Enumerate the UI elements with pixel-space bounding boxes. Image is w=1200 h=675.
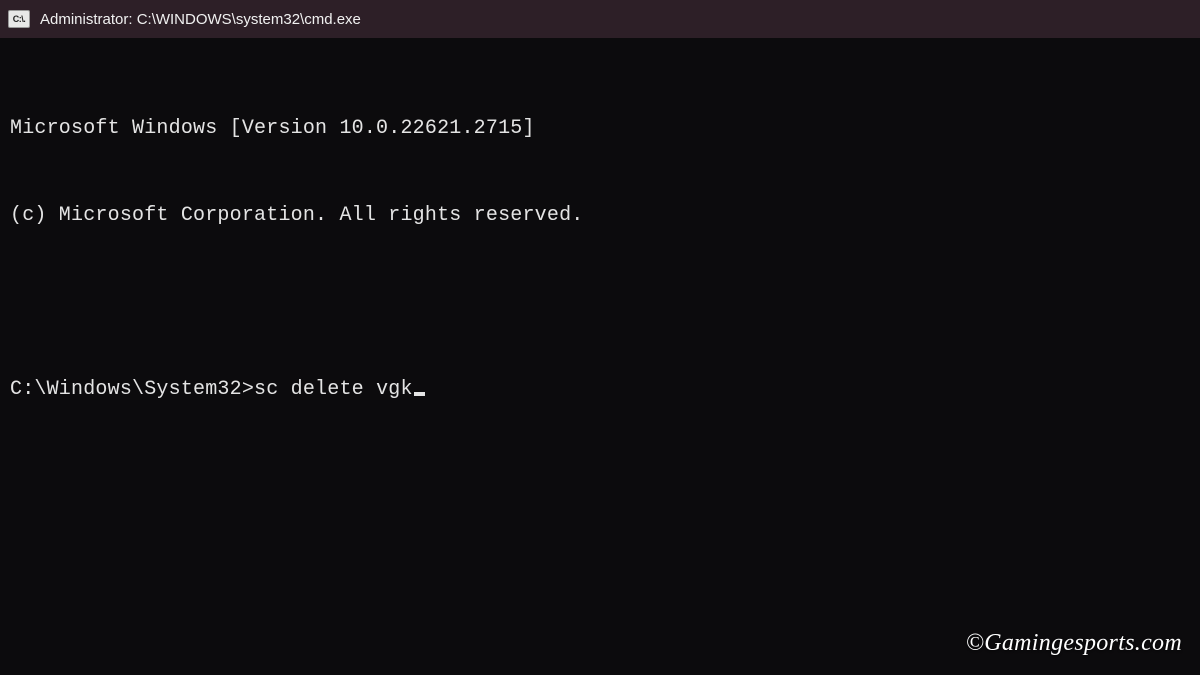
typed-command: sc delete vgk [254,375,413,404]
version-line: Microsoft Windows [Version 10.0.22621.27… [10,114,1190,143]
blank-line [10,288,1190,317]
window-titlebar[interactable]: C:\. Administrator: C:\WINDOWS\system32\… [0,0,1200,38]
prompt-path: C:\Windows\System32> [10,375,254,404]
cmd-icon: C:\. [8,10,30,28]
watermark-text: ©Gamingesports.com [966,630,1182,657]
terminal-output[interactable]: Microsoft Windows [Version 10.0.22621.27… [0,38,1200,443]
window-title: Administrator: C:\WINDOWS\system32\cmd.e… [40,11,361,28]
prompt-line: C:\Windows\System32>sc delete vgk [10,375,1190,404]
text-cursor [414,392,425,396]
copyright-line: (c) Microsoft Corporation. All rights re… [10,201,1190,230]
